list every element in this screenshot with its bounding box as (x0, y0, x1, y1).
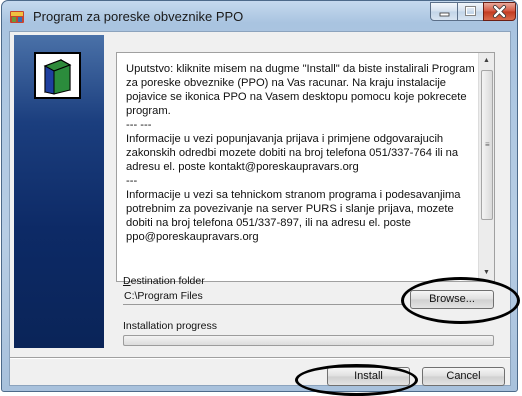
dialog-client-area: Uputstvo: kliknite misem na dugme "Insta… (9, 31, 511, 386)
footer-divider (10, 357, 510, 359)
side-banner (14, 35, 104, 348)
vertical-scrollbar[interactable]: ▲ ≡ ▼ (478, 53, 494, 281)
destination-folder-mnemonic: D (123, 275, 131, 287)
installation-progress-bar (123, 335, 494, 346)
installation-progress-label: Installation progress (123, 320, 217, 332)
minimize-icon (439, 12, 450, 17)
close-button[interactable] (483, 2, 516, 21)
scroll-grip-icon: ≡ (485, 140, 490, 149)
maximize-button[interactable] (457, 2, 484, 21)
installer-window: Program za poreske obveznike PPO Uputstv… (1, 0, 518, 392)
destination-folder-field[interactable]: C:\Program Files (123, 288, 402, 305)
destination-folder-label: Destination folder (123, 275, 205, 287)
maximize-icon (465, 6, 476, 16)
title-bar[interactable]: Program za poreske obveznike PPO (2, 1, 517, 31)
install-button[interactable]: Install (327, 367, 410, 386)
scroll-down-icon[interactable]: ▼ (479, 265, 494, 281)
close-icon (493, 5, 506, 18)
installer-logo-icon (34, 52, 81, 99)
instructions-textbox[interactable]: Uputstvo: kliknite misem na dugme "Insta… (116, 52, 495, 282)
minimize-button[interactable] (430, 2, 458, 21)
scroll-up-icon[interactable]: ▲ (479, 53, 494, 69)
browse-button[interactable]: Browse... (410, 290, 494, 309)
destination-folder-label-text: estination folder (130, 275, 205, 287)
scroll-thumb[interactable]: ≡ (481, 70, 493, 220)
app-icon (9, 9, 25, 25)
cancel-button[interactable]: Cancel (422, 367, 505, 386)
window-title: Program za poreske obveznike PPO (33, 9, 244, 24)
instructions-text: Uputstvo: kliknite misem na dugme "Insta… (126, 63, 475, 243)
